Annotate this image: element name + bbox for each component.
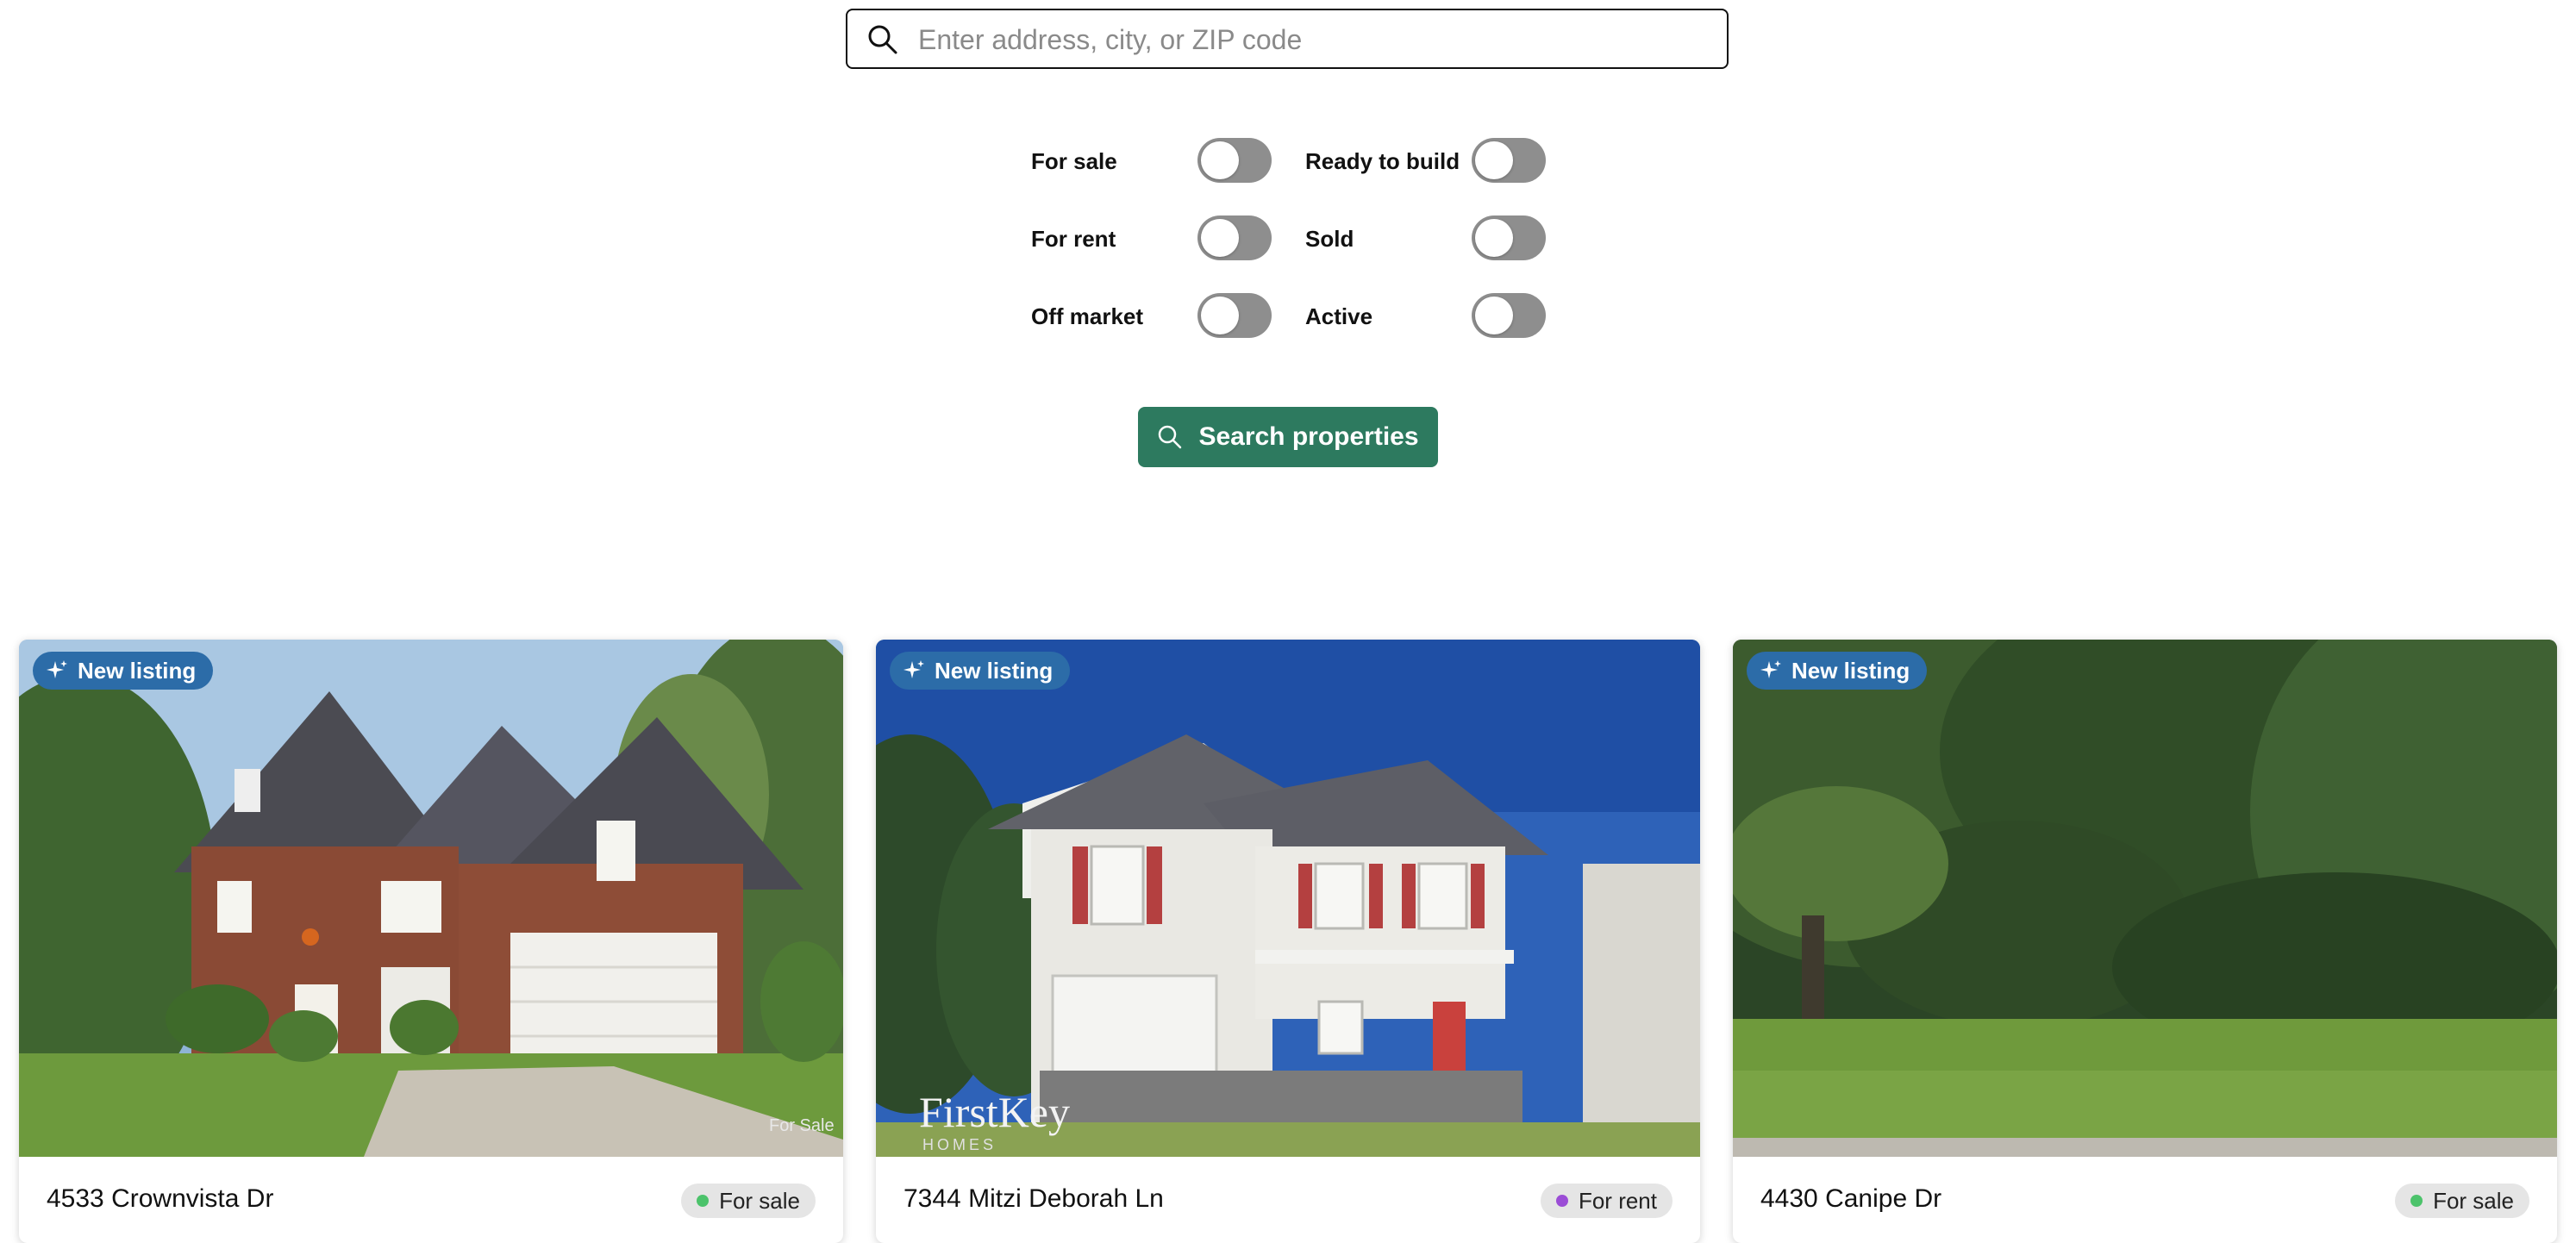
status-label: For rent — [1578, 1187, 1657, 1214]
listing-address[interactable]: 4430 Canipe Dr — [1760, 1184, 1941, 1214]
search-input[interactable] — [916, 17, 1696, 62]
toggle-for-rent[interactable] — [1197, 215, 1272, 260]
toggle-active[interactable] — [1472, 293, 1546, 338]
sparkle-icon — [1760, 660, 1781, 678]
status-label: For sale — [719, 1187, 800, 1214]
status-badge: For rent — [1540, 1184, 1673, 1218]
photo-watermark: FirstKey — [919, 1088, 1070, 1136]
filter-label-for-rent: For rent — [1031, 226, 1116, 252]
sparkle-icon — [903, 660, 924, 678]
search-icon — [866, 23, 899, 56]
new-listing-label: New listing — [78, 657, 197, 684]
listing-card[interactable]: New listing 4430 Canipe Dr For sale — [1733, 640, 2557, 1243]
sparkle-icon — [47, 660, 67, 678]
status-badge: For sale — [2395, 1184, 2529, 1218]
listing-address[interactable]: 4533 Crownvista Dr — [47, 1184, 273, 1214]
new-listing-badge: New listing — [1747, 652, 1928, 690]
listing-photo: FirstKey HOMES — [876, 640, 1700, 1157]
listing-card[interactable]: For Sale New listing 4533 Crownvista Dr … — [19, 640, 843, 1243]
filter-label-ready-to-build: Ready to build — [1305, 148, 1460, 174]
filter-label-active: Active — [1305, 303, 1373, 329]
toggle-off-market[interactable] — [1197, 293, 1272, 338]
filter-row-2: For rent Sold — [1031, 215, 1548, 260]
listing-card[interactable]: FirstKey HOMES New listing 7344 Mitzi De… — [876, 640, 1700, 1243]
new-listing-badge: New listing — [890, 652, 1071, 690]
toggle-for-sale[interactable] — [1197, 138, 1272, 183]
search-properties-label: Search properties — [1198, 422, 1419, 451]
filter-label-for-sale: For sale — [1031, 148, 1117, 174]
status-label: For sale — [2433, 1187, 2514, 1214]
new-listing-label: New listing — [935, 657, 1054, 684]
listing-photo: For Sale — [19, 640, 843, 1157]
search-properties-button[interactable]: Search properties — [1138, 407, 1438, 467]
status-badge: For sale — [681, 1184, 816, 1218]
status-dot — [1555, 1195, 1568, 1207]
toggle-sold[interactable] — [1472, 215, 1546, 260]
new-listing-badge: New listing — [33, 652, 214, 690]
toggle-ready-to-build[interactable] — [1472, 138, 1546, 183]
filter-label-sold: Sold — [1305, 226, 1354, 252]
listing-photo — [1733, 640, 2557, 1157]
search-icon — [1159, 425, 1182, 449]
filter-label-off-market: Off market — [1031, 303, 1144, 329]
new-listing-label: New listing — [1791, 657, 1910, 684]
filter-row-3: Off market Active — [1031, 293, 1548, 338]
photo-watermark-sub: HOMES — [922, 1136, 997, 1153]
filter-row-1: For sale Ready to build — [1031, 138, 1548, 183]
status-dot — [697, 1195, 710, 1207]
listing-address[interactable]: 7344 Mitzi Deborah Ln — [903, 1184, 1164, 1214]
photo-watermark: For Sale — [769, 1116, 835, 1135]
status-dot — [2410, 1195, 2423, 1207]
search-box[interactable] — [846, 9, 1729, 69]
